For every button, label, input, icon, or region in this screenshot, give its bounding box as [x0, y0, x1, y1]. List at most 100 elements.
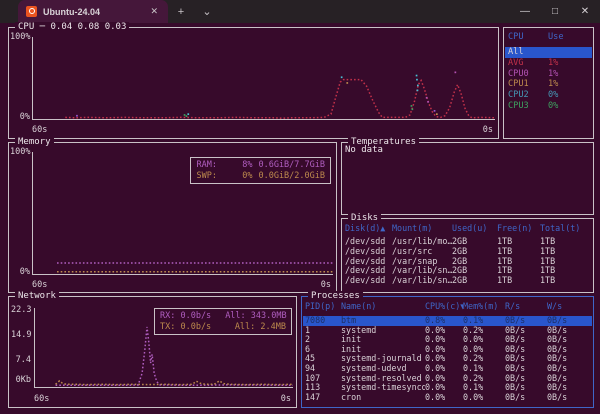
tab-title: Ubuntu-24.04	[43, 7, 142, 17]
new-tab-button[interactable]: +	[168, 0, 194, 23]
memory-panel-title: Memory	[15, 137, 54, 147]
table-cell: 1TB	[540, 266, 592, 276]
table-cell: 2GB	[452, 247, 497, 257]
table-row[interactable]: AVG1%	[505, 58, 592, 69]
terminal-tab[interactable]: Ubuntu-24.04 ✕	[18, 0, 168, 23]
network-panel: Network 22.3 14.9 7.4 0Kb RX: 0.0b/s All…	[8, 296, 297, 408]
table-header-row[interactable]: PID(p)Name(n)CPU%(c)▼Mem%(m)R/sW/s	[303, 301, 592, 311]
table-cell: 0B/s	[505, 316, 547, 326]
memory-x-left-label: 60s	[32, 281, 47, 290]
table-cell: 45	[305, 354, 341, 364]
close-button[interactable]: ✕	[570, 0, 600, 23]
column-header[interactable]: Used(u)	[452, 223, 497, 233]
table-row[interactable]: 6init0.0%0.0%0B/s0B/s	[303, 345, 592, 355]
table-row[interactable]: 107systemd-resolved0.0%0.2%0B/s0B/s	[303, 374, 592, 384]
table-cell: 0.0%	[425, 326, 463, 336]
column-header[interactable]: Disk(d)▲	[345, 223, 392, 233]
table-row[interactable]: 94systemd-udevd0.0%0.1%0B/s0B/s	[303, 364, 592, 374]
cpu-y-bottom-label: 0%	[10, 113, 30, 122]
table-cell: 1TB	[540, 257, 592, 267]
table-cell: 0.0%	[425, 345, 463, 355]
column-header[interactable]: PID(p)	[305, 301, 341, 311]
cpu-graph	[32, 37, 495, 120]
table-cell: 0.2%	[463, 354, 505, 364]
table-row[interactable]: 1systemd0.0%0.2%0B/s0B/s	[303, 326, 592, 336]
column-header[interactable]: R/s	[505, 301, 547, 311]
table-cell: 1TB	[497, 266, 540, 276]
table-cell: 0B/s	[505, 326, 547, 336]
tab-close-icon[interactable]: ✕	[148, 6, 160, 17]
table-cell: init	[341, 345, 425, 355]
cpu-panel-title: CPU ─ 0.04 0.08 0.03	[15, 22, 129, 32]
minimize-button[interactable]: —	[510, 0, 540, 23]
table-row[interactable]: 2init0.0%0.0%0B/s0B/s	[303, 335, 592, 345]
table-cell: 0.0%	[425, 393, 463, 403]
column-header[interactable]: W/s	[547, 301, 592, 311]
table-cell: 0B/s	[547, 364, 592, 374]
table-row[interactable]: All	[505, 47, 592, 58]
table-row[interactable]: CPU20%	[505, 90, 592, 101]
table-cell: 0B/s	[547, 374, 592, 384]
column-header[interactable]: Use	[548, 32, 592, 42]
table-row[interactable]: 7080btm0.8%0.1%0B/s0B/s	[303, 316, 592, 326]
column-header[interactable]: Free(n)	[497, 223, 540, 233]
table-cell: 0B/s	[505, 374, 547, 384]
table-cell: CPU0	[508, 69, 548, 80]
table-row[interactable]: CPU01%	[505, 69, 592, 80]
cpu-y-top-label: 100%	[10, 33, 30, 42]
table-cell: 1TB	[497, 247, 540, 257]
processes-table: PID(p)Name(n)CPU%(c)▼Mem%(m)R/sW/s 7080bt…	[303, 301, 592, 406]
cpu-legend-table: CPUUseAllAVG1%CPU01%CPU11%CPU20%CPU30%	[505, 32, 592, 137]
disks-panel: Disks Disk(d)▲Mount(m)Used(u)Free(n)Tota…	[341, 218, 594, 293]
table-row[interactable]: CPU30%	[505, 101, 592, 112]
network-legend: RX: 0.0b/s All: 343.0MB TX: 0.0b/s All: …	[154, 308, 292, 335]
cpu-x-left-label: 60s	[32, 126, 47, 135]
table-cell: systemd-resolved	[341, 374, 425, 384]
table-header-row[interactable]: CPUUse	[505, 32, 592, 42]
cpu-panel: CPU ─ 0.04 0.08 0.03 100% 0% 60s 0s	[8, 27, 499, 139]
table-cell: 0.0%	[463, 393, 505, 403]
column-header[interactable]: Total(t)	[540, 223, 592, 233]
table-row[interactable]: 45systemd-journald0.0%0.2%0B/s0B/s	[303, 354, 592, 364]
table-row[interactable]: 113systemd-timesyncd0.0%0.1%0B/s0B/s	[303, 383, 592, 393]
table-cell: /dev/sdd	[345, 257, 392, 267]
column-header[interactable]: Mem%(m)	[463, 301, 505, 311]
table-cell: 2GB	[452, 237, 497, 247]
memory-panel: Memory 100% 0% RAM: 8% 0.6GiB/7.7GiB SWP…	[8, 142, 337, 293]
table-row[interactable]: CPU11%	[505, 79, 592, 90]
table-cell: 0B/s	[547, 335, 592, 345]
table-cell: 1TB	[497, 276, 540, 286]
table-cell: /usr/lib/mo…	[392, 237, 452, 247]
disks-panel-title: Disks	[348, 213, 381, 223]
table-cell: 0B/s	[505, 354, 547, 364]
table-row[interactable]: 147cron0.0%0.0%0B/s0B/s	[303, 393, 592, 403]
table-cell: 0%	[548, 101, 592, 112]
network-x-left-label: 60s	[34, 395, 49, 404]
table-cell: systemd-timesyncd	[341, 383, 425, 393]
swap-label: SWP:	[196, 171, 224, 182]
column-header[interactable]: CPU	[508, 32, 548, 42]
table-cell: init	[341, 335, 425, 345]
table-cell: systemd-udevd	[341, 364, 425, 374]
disks-table: Disk(d)▲Mount(m)Used(u)Free(n)Total(t) /d…	[343, 223, 592, 291]
temperatures-empty-text: No data	[345, 145, 383, 155]
table-cell: 1%	[548, 69, 592, 80]
maximize-button[interactable]: □	[540, 0, 570, 23]
titlebar-drag-area	[220, 0, 510, 23]
table-row: /dev/sdd/var/snap2GB1TB1TB	[343, 257, 592, 267]
table-cell: /var/lib/sn…	[392, 276, 452, 286]
table-cell: 0.8%	[425, 316, 463, 326]
table-cell: 0.1%	[463, 364, 505, 374]
network-y-label-2: 14.9	[11, 331, 31, 340]
memory-y-bottom-label: 0%	[10, 268, 30, 277]
column-header[interactable]: Name(n)	[341, 301, 425, 311]
column-header[interactable]: Mount(m)	[392, 223, 452, 233]
tab-dropdown-button[interactable]: ⌄	[194, 0, 220, 23]
terminal-content: CPU ─ 0.04 0.08 0.03 100% 0% 60s 0s CPUU…	[0, 23, 600, 414]
table-header-row[interactable]: Disk(d)▲Mount(m)Used(u)Free(n)Total(t)	[343, 223, 592, 233]
table-cell: CPU1	[508, 79, 548, 90]
table-cell: 1%	[548, 58, 592, 69]
ram-usage: 0.6GiB/7.7GiB	[258, 160, 325, 171]
column-header[interactable]: CPU%(c)▼	[425, 301, 463, 311]
table-cell: 0B/s	[505, 393, 547, 403]
